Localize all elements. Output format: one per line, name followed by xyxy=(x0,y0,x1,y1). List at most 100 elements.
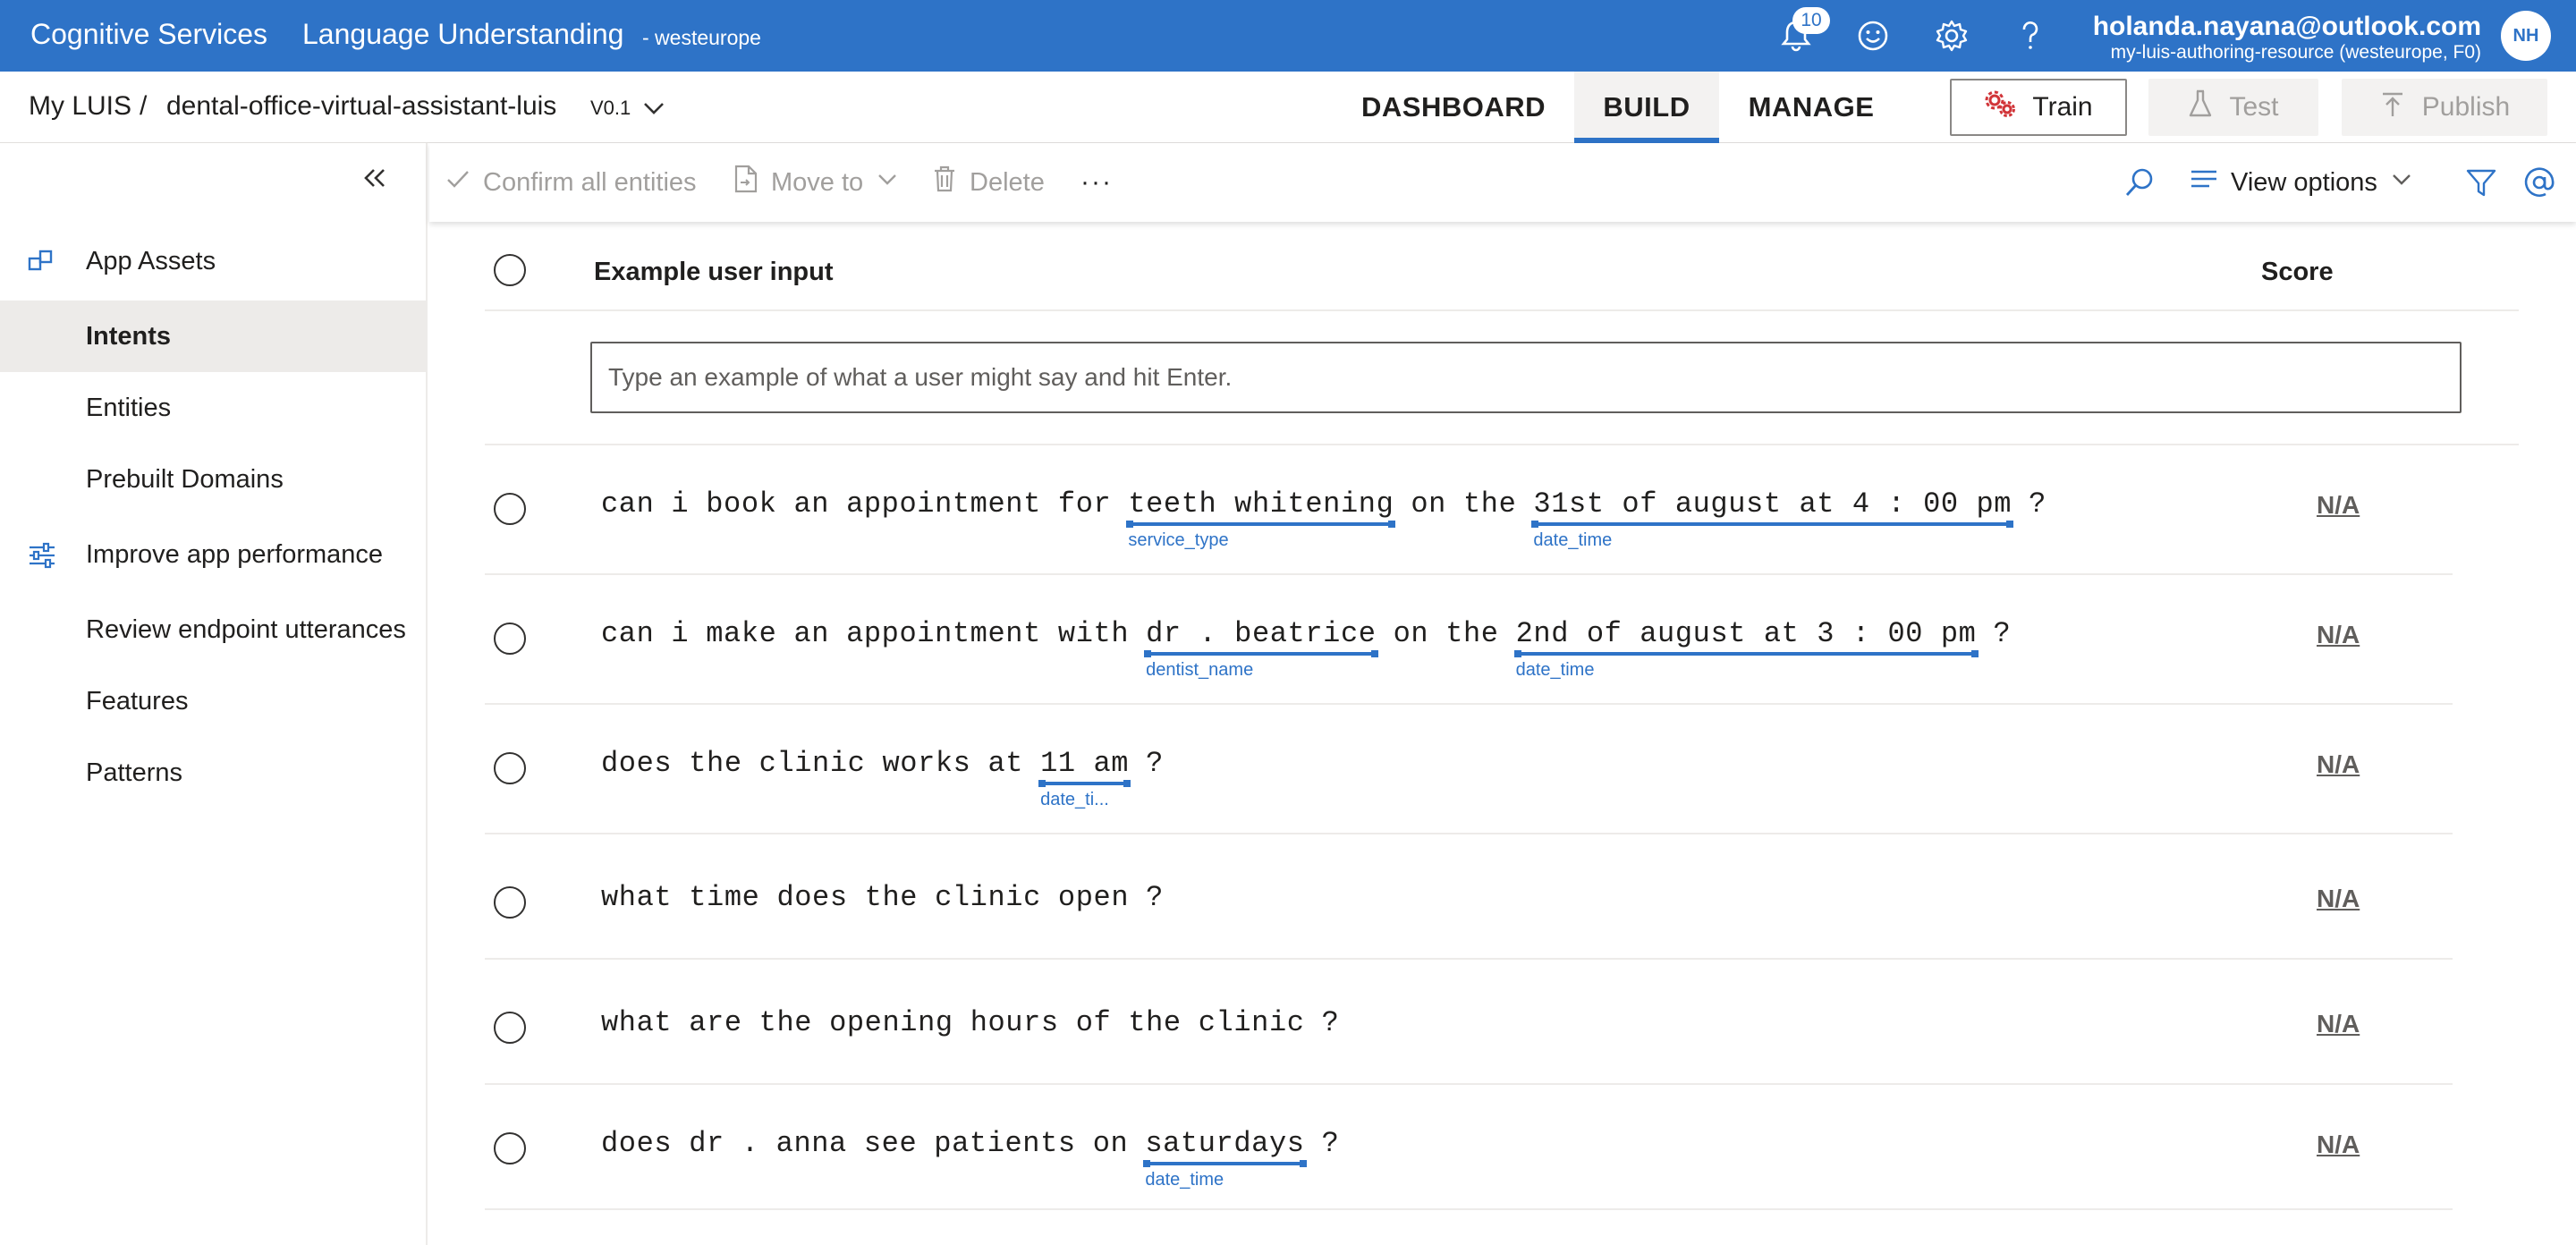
user-email[interactable]: holanda.nayana@outlook.com xyxy=(2093,12,2481,42)
utterance-token[interactable]: the xyxy=(759,1006,812,1039)
version-label[interactable]: V0.1 xyxy=(590,97,631,120)
labeled-entity[interactable]: 11 am date_ti... xyxy=(1038,747,1131,809)
row-select-radio[interactable] xyxy=(494,622,526,655)
utterance-token[interactable]: on xyxy=(1411,487,1446,521)
entity-type-label[interactable]: date_time xyxy=(1516,660,1595,681)
utterance-row[interactable]: does dr. anna see patients on saturdays date_ti… xyxy=(485,1085,2453,1210)
score-value[interactable]: N/A xyxy=(2317,621,2360,649)
example-utterance-input[interactable] xyxy=(590,342,2462,413)
utterance-token[interactable]: patients xyxy=(934,1127,1075,1160)
entity-type-label[interactable]: date_time xyxy=(1533,530,1612,551)
test-button[interactable]: Test xyxy=(2148,79,2318,136)
more-actions-button[interactable]: ··· xyxy=(1080,143,1113,222)
entity-type-label[interactable]: service_type xyxy=(1128,530,1228,551)
utterance-token[interactable]: on xyxy=(1394,617,1429,650)
sidebar-item-review-endpoint-utterances[interactable]: Review endpoint utterances xyxy=(0,594,428,665)
tab-dashboard[interactable]: DASHBOARD xyxy=(1347,72,1560,143)
utterance-token[interactable]: can xyxy=(601,487,654,521)
utterance-token[interactable]: time xyxy=(689,881,759,914)
smiley-icon[interactable] xyxy=(1853,16,1893,55)
utterance-token[interactable]: hours xyxy=(970,1006,1059,1039)
train-button[interactable]: Train xyxy=(1950,79,2127,136)
utterance-token[interactable]: ? xyxy=(2029,487,2046,521)
utterance-token[interactable]: an xyxy=(793,617,829,650)
utterance-token[interactable]: ? xyxy=(1146,881,1164,914)
entity-type-label[interactable]: dentist_name xyxy=(1146,660,1253,681)
labeled-entity[interactable]: 2nd of august at 3 : 00 pm date_time xyxy=(1513,617,1979,680)
help-icon[interactable] xyxy=(2011,16,2050,55)
entity-type-label[interactable]: date_ti... xyxy=(1040,790,1109,810)
utterance-token[interactable]: i xyxy=(671,617,689,650)
row-select-radio[interactable] xyxy=(494,752,526,784)
utterance-token[interactable]: what xyxy=(601,881,672,914)
labeled-entity[interactable]: saturdays date_time xyxy=(1143,1127,1307,1190)
confirm-all-entities-button[interactable]: Confirm all entities xyxy=(445,143,697,222)
tab-build[interactable]: BUILD xyxy=(1574,72,1719,143)
sidebar-item-prebuilt-domains[interactable]: Prebuilt Domains xyxy=(0,444,428,515)
utterance-token[interactable]: dr xyxy=(689,1127,724,1160)
utterance-token[interactable]: an xyxy=(793,487,829,521)
filter-icon[interactable] xyxy=(2465,143,2497,222)
utterance-token[interactable]: the xyxy=(1128,1006,1181,1039)
labeled-entity[interactable]: dr . beatrice dentist_name xyxy=(1144,617,1379,680)
utterance-token[interactable]: does xyxy=(601,747,672,780)
column-header-example-input[interactable]: Example user input xyxy=(594,258,834,287)
utterance-row[interactable]: what time does the clinic open? N/A xyxy=(485,834,2453,960)
sidebar-item-entities[interactable]: Entities xyxy=(0,372,428,444)
utterance-token[interactable]: appointment xyxy=(846,617,1041,650)
utterance-token[interactable]: are xyxy=(689,1006,741,1039)
utterance-token[interactable]: works xyxy=(882,747,970,780)
product-name[interactable]: Language Understanding xyxy=(302,18,623,51)
labeled-entity[interactable]: 31st of august at 4 : 00 pm date_time xyxy=(1531,487,2013,550)
score-value[interactable]: N/A xyxy=(2317,885,2360,913)
utterance-token[interactable]: the xyxy=(1463,487,1516,521)
search-icon[interactable] xyxy=(2123,143,2156,222)
utterance-token[interactable]: on xyxy=(1093,1127,1129,1160)
utterance-token[interactable]: the xyxy=(1445,617,1498,650)
score-value[interactable]: N/A xyxy=(2317,750,2360,779)
view-options-button[interactable]: View options xyxy=(2190,143,2413,222)
utterance-token[interactable]: can xyxy=(601,617,654,650)
utterance-token[interactable]: at xyxy=(987,747,1023,780)
utterance-token[interactable]: ? xyxy=(1322,1127,1340,1160)
labeled-entity[interactable]: teeth whitening service_type xyxy=(1126,487,1396,550)
utterance-row[interactable]: does the clinic works at 11 am date_ti...? N/A xyxy=(485,705,2453,834)
sidebar-item-patterns[interactable]: Patterns xyxy=(0,737,428,809)
score-value[interactable]: N/A xyxy=(2317,1131,2360,1159)
gear-icon[interactable] xyxy=(1932,16,1971,55)
entity-type-label[interactable]: date_time xyxy=(1145,1170,1224,1190)
avatar[interactable]: NH xyxy=(2501,11,2551,61)
utterance-token[interactable]: ? xyxy=(1322,1006,1340,1039)
utterance-token[interactable]: open xyxy=(1058,881,1129,914)
utterance-token[interactable]: i xyxy=(671,487,689,521)
tab-manage[interactable]: MANAGE xyxy=(1733,72,1889,143)
utterance-token[interactable]: of xyxy=(1076,1006,1112,1039)
utterance-token[interactable]: opening xyxy=(829,1006,953,1039)
utterance-row[interactable]: can i book an appointment for teeth whitening s… xyxy=(485,445,2453,575)
utterance-row[interactable]: what are the opening hours of the clinic? N/A xyxy=(485,960,2453,1085)
utterance-token[interactable]: book xyxy=(706,487,776,521)
utterance-token[interactable]: . xyxy=(741,1127,759,1160)
score-value[interactable]: N/A xyxy=(2317,1010,2360,1038)
utterance-token[interactable]: does xyxy=(776,881,847,914)
utterance-token[interactable]: make xyxy=(706,617,776,650)
utterance-token[interactable]: for xyxy=(1058,487,1111,521)
publish-button[interactable]: Publish xyxy=(2342,79,2547,136)
utterance-token[interactable]: clinic xyxy=(1199,1006,1305,1039)
delete-button[interactable]: Delete xyxy=(932,143,1045,222)
row-select-radio[interactable] xyxy=(494,1132,526,1165)
sidebar-item-features[interactable]: Features xyxy=(0,665,428,737)
row-select-radio[interactable] xyxy=(494,1012,526,1044)
utterance-token[interactable]: what xyxy=(601,1006,672,1039)
breadcrumb-my-luis[interactable]: My LUIS xyxy=(29,91,131,122)
utterance-token[interactable]: clinic xyxy=(759,747,866,780)
utterance-token[interactable]: with xyxy=(1058,617,1129,650)
collapse-sidebar-icon[interactable] xyxy=(360,163,390,198)
utterance-token[interactable]: clinic xyxy=(935,881,1041,914)
score-value[interactable]: N/A xyxy=(2317,491,2360,520)
move-to-button[interactable]: Move to xyxy=(733,143,899,222)
sidebar-item-intents[interactable]: Intents xyxy=(0,301,428,372)
utterance-row[interactable]: can i make an appointment with dr . beatrice de… xyxy=(485,575,2453,705)
utterance-token[interactable]: see xyxy=(864,1127,917,1160)
row-select-radio[interactable] xyxy=(494,886,526,919)
